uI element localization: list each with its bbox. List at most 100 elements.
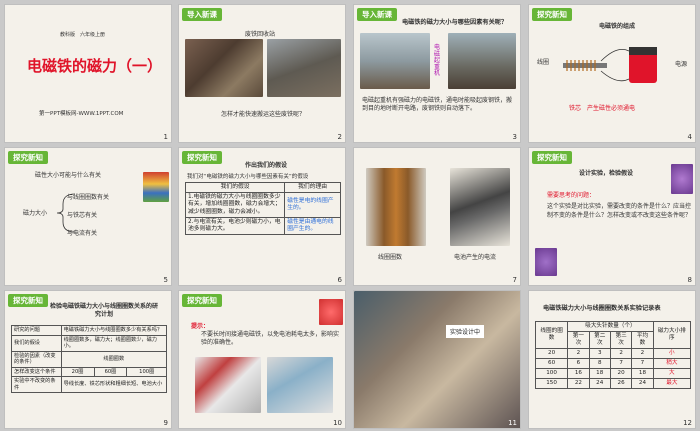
col-header: 吸大头针数量（个） — [567, 321, 654, 332]
footer-text: 第一PPT模板网-WWW.1PPT.COM — [39, 111, 124, 117]
slide-number: 2 — [337, 133, 342, 141]
core-note: 铁芯 产生磁性必须通电 — [569, 105, 636, 112]
col-header: 我们的假设 — [184, 181, 286, 194]
value-cell: 7 — [631, 357, 654, 369]
hypothesis-cell: 2.与电流有关，电池少则磁力小，电池多则磁力大。 — [184, 216, 286, 236]
section-tag: 探究新知 — [532, 8, 572, 21]
value-cell: 8 — [588, 357, 611, 369]
reason-cell: 磁性是电的线圈产生的。 — [284, 192, 341, 218]
section-tag: 导入新课 — [357, 8, 397, 21]
turns-cell: 60圈 — [93, 366, 128, 377]
col-header: 磁力大小排序 — [652, 321, 692, 349]
slide-number: 4 — [687, 133, 692, 141]
scrap-metal-photo — [267, 39, 341, 97]
row-value: 导线长度、铁芯形状和粗细长短、电池大小 — [60, 376, 168, 393]
plan-table: 研究的问题 电磁铁磁力大小与线圈圈数多少有关系吗？ 我们的假设 线圈圈数多，磁力大；… — [11, 325, 168, 393]
col-header: 第二次 — [588, 330, 611, 349]
slide-thumbnail-grid: 教科版 六年级上册 电磁铁的磁力（一） 第一PPT模板网-WWW.1PPT.CO… — [0, 0, 700, 431]
flower-image — [671, 164, 693, 194]
slide-number: 8 — [687, 276, 692, 284]
col-header: 我们的理由 — [284, 181, 341, 194]
section-tag: 探究新知 — [182, 151, 222, 164]
section-tag: 导入新课 — [182, 8, 222, 21]
section-tag: 探究新知 — [532, 151, 572, 164]
crane-photo — [360, 33, 430, 89]
electromagnet-photo — [448, 33, 516, 89]
caption-right: 电池产生的电流 — [454, 254, 497, 261]
row-key: 实验中不改变的条件 — [11, 376, 62, 393]
row-key: 检验的因素（改变的条件） — [11, 350, 62, 368]
slide-3[interactable]: 导入新课 电磁铁的磁力大小与哪些因素有关呢？ 电磁起重机 电磁起重机有强磁力的电… — [353, 4, 521, 143]
value-cell: 26 — [609, 377, 633, 389]
slide-8[interactable]: 探究新知 设计实验，检验假设 需要思考的问题： 这个实验是对比实验，需要改变的条… — [528, 147, 696, 286]
question-text: 怎样才能快速搬运这些废铁呢？ — [221, 111, 306, 118]
rank-cell: 小 — [652, 347, 692, 359]
turns-cell: 100圈 — [126, 366, 167, 377]
scrap-yard-photo — [185, 39, 263, 97]
slide-11[interactable]: 实验设计中 11 — [353, 290, 521, 429]
slide-6[interactable]: 探究新知 作出我们的假设 我们对“电磁铁的磁力大小与哪些因素有关”的假设 我们的… — [178, 147, 346, 286]
slide-number: 10 — [333, 419, 342, 427]
slide-number: 3 — [512, 133, 517, 141]
slide-4[interactable]: 探究新知 电磁铁的组成 线圈 电源 铁芯 产生磁性必须通电 4 — [528, 4, 696, 143]
value-cell: 18 — [631, 367, 654, 379]
slide-number: 9 — [163, 419, 168, 427]
branch-item: 与线圈圈数有关 — [67, 194, 110, 201]
body-text: 电磁起重机有强磁力的电磁铁，通电时能吸起废钢铁，搬到目的地时断开电路，废钢铁则自… — [362, 97, 513, 113]
experiment-photo — [195, 357, 261, 413]
question-text: 磁性大小可能与什么有关 — [35, 172, 102, 179]
value-cell: 24 — [588, 377, 611, 389]
image-caption: 实验设计中 — [446, 325, 485, 338]
value-cell: 2 — [609, 347, 633, 359]
reason-cell: 磁性是由通电的线圈产生的。 — [284, 216, 341, 236]
slide-title: 电磁铁磁力大小与线圈圈数关系实验记录表 — [543, 305, 661, 312]
power-label: 电源 — [675, 61, 688, 68]
row-value: 线圈圈数多，磁力大；线圈圈数少，磁力小。 — [60, 334, 168, 352]
turns-cell: 100 — [534, 367, 569, 379]
record-table: 线圈的圈数 吸大头针数量（个） 磁力大小排序 第一次 第二次 第三次 平均数 2… — [534, 321, 692, 389]
slide-7[interactable]: 线圈圈数 电池产生的电流 7 — [353, 147, 521, 286]
value-cell: 6 — [567, 357, 590, 369]
slide-title: 作出我们的假设 — [245, 162, 288, 169]
slide-title: 设计实验，检验假设 — [579, 170, 634, 177]
image-caption: 废铁回收站 — [245, 31, 276, 38]
slide-number: 1 — [163, 133, 168, 141]
row-key: 怎样改变这个条件 — [11, 366, 62, 377]
table-row: 100 16 18 20 18 大 — [534, 367, 692, 379]
rank-cell: 稍大 — [652, 357, 692, 369]
col-header: 平均数 — [631, 330, 654, 349]
table-row: 20 2 3 2 2 小 — [534, 347, 692, 359]
slide-title: 检验电磁铁磁力大小与线圈圈数关系的研究计划 — [49, 303, 158, 318]
center-label: 磁力大小 — [23, 210, 48, 217]
flower-image — [535, 248, 557, 276]
slide-2[interactable]: 导入新课 废铁回收站 怎样才能快速搬运这些废铁呢？ 2 — [178, 4, 346, 143]
col-header: 线圈的圈数 — [534, 321, 569, 349]
branch-item: 与铁芯有关 — [67, 212, 98, 219]
slide-number: 12 — [683, 419, 692, 427]
row-value: 电磁铁磁力大小与线圈圈数多少有关系吗？ — [60, 325, 168, 336]
section-tag: 探究新知 — [8, 151, 48, 164]
slide-9[interactable]: 探究新知 检验电磁铁磁力大小与线圈圈数关系的研究计划 研究的问题 电磁铁磁力大小与… — [4, 290, 172, 429]
slide-12[interactable]: 电磁铁磁力大小与线圈圈数关系实验记录表 线圈的圈数 吸大头针数量（个） 磁力大小… — [528, 290, 696, 429]
value-cell: 2 — [567, 347, 590, 359]
body-text: 这个实验是对比实验，需要改变的条件是什么？应当控制不变的条件是什么？怎样改变或不… — [547, 203, 692, 219]
col-header: 第三次 — [609, 330, 633, 349]
coil-label: 线圈 — [537, 59, 550, 66]
row-value: 线圈圈数 — [60, 350, 168, 368]
slide-5[interactable]: 探究新知 磁性大小可能与什么有关 磁力大小 与线圈圈数有关 与铁芯有关 与电流有… — [4, 147, 172, 286]
classroom-photo — [354, 291, 520, 428]
value-cell: 24 — [631, 377, 654, 389]
caption-left: 线圈圈数 — [378, 254, 403, 261]
experiment-photo — [267, 357, 333, 413]
side-label: 电磁起重机 — [434, 44, 441, 78]
prompt-text: 需要思考的问题： — [547, 192, 596, 199]
value-cell: 22 — [567, 377, 590, 389]
slide-1[interactable]: 教科版 六年级上册 电磁铁的磁力（一） 第一PPT模板网-WWW.1PPT.CO… — [4, 4, 172, 143]
turns-cell: 150 — [534, 377, 569, 389]
slide-10[interactable]: 探究新知 提示： 不要长时间接通电磁铁，以免电池耗电太多，影响实验的准确性。 1… — [178, 290, 346, 429]
hypothesis-cell: 1.电磁铁的磁力大小与线圈圈数多少有关，增加线圈圈数，磁力会增大；减少线圈圈数，… — [184, 192, 286, 218]
row-key: 研究的问题 — [11, 325, 62, 336]
slide-title: 电磁铁的磁力（一） — [27, 57, 163, 75]
mascot-image — [319, 299, 343, 325]
slide-number: 7 — [512, 276, 517, 284]
